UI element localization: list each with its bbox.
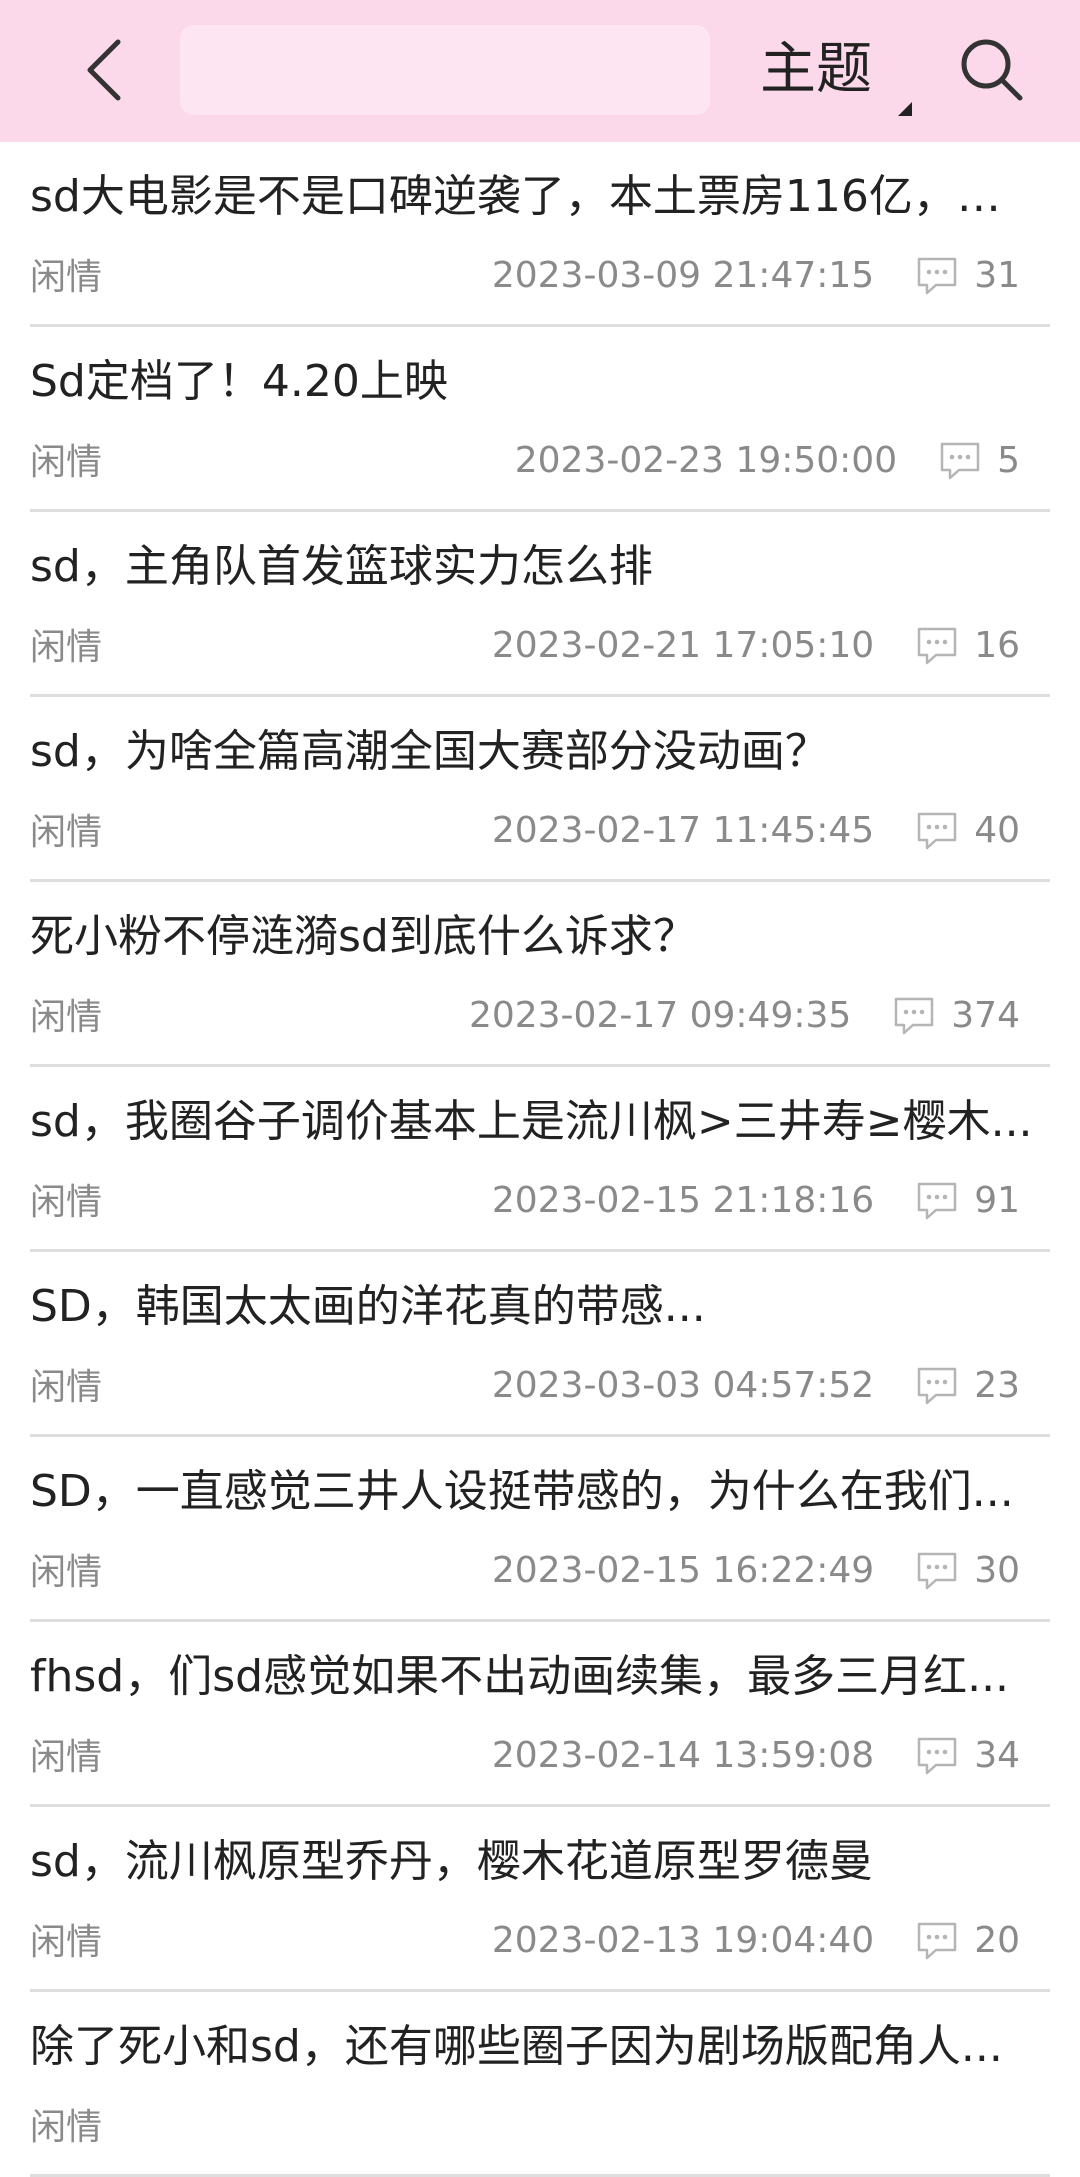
comment-icon: [914, 1734, 960, 1778]
post-category: 闲情: [30, 1182, 103, 1223]
post-title: SD，一直感觉三井人设挺带感的，为什么在我们...: [30, 1466, 1014, 1517]
comment-icon: [937, 439, 983, 483]
comment-count: 374: [951, 995, 1020, 1036]
post-title: sd，为啥全篇高潮全国大赛部分没动画？: [30, 726, 829, 777]
post-timestamp: 2023-02-23 19:50:00: [514, 440, 898, 481]
search-button[interactable]: [952, 30, 1032, 110]
dropdown-caret-icon: [898, 102, 912, 116]
post-timestamp: 2023-02-17 09:49:35: [468, 995, 852, 1036]
post-title: sd大电影是不是口碑逆袭了，本土票房116亿，韩...: [30, 171, 1040, 222]
post-timestamp: 2023-02-15 21:18:16: [491, 1180, 875, 1221]
search-icon: [961, 39, 1023, 101]
post-category: 闲情: [30, 1552, 103, 1593]
post-meta: 2023-02-13 19:04:40 20: [492, 1919, 1020, 1963]
post-title: Sd定档了！4.20上映: [30, 356, 448, 407]
post-category: 闲情: [30, 1367, 103, 1408]
search-scope-dropdown[interactable]: 主题: [758, 30, 918, 120]
search-input[interactable]: [180, 25, 710, 115]
post-category: 闲情: [30, 257, 103, 298]
post-timestamp: 2023-02-17 11:45:45: [491, 810, 875, 851]
post-row[interactable]: Sd定档了！4.20上映闲情 2023-02-23 19:50:00 5: [0, 327, 1080, 512]
comment-count: 31: [974, 255, 1020, 296]
post-meta: 2023-03-03 04:57:52 23: [492, 1364, 1020, 1408]
post-meta: 2023-03-09 21:47:15 31: [492, 254, 1020, 298]
post-title: 死小粉不停涟漪sd到底什么诉求？: [30, 911, 697, 962]
post-row[interactable]: 死小粉不停涟漪sd到底什么诉求？ 闲情 2023-02-17 09:49:35 374: [0, 882, 1080, 1067]
post-timestamp: 2023-02-13 19:04:40: [491, 1920, 875, 1961]
comment-count: 20: [974, 1920, 1020, 1961]
post-title: sd，我圈谷子调价基本上是流川枫>三井寿≥樱木...: [30, 1096, 1033, 1147]
post-timestamp: 2023-03-09 21:47:15: [491, 255, 875, 296]
comment-icon: [914, 1549, 960, 1593]
post-meta: 2023-02-23 19:50:00 5: [515, 439, 1020, 483]
post-meta: 2023-02-17 11:45:45 40: [492, 809, 1020, 853]
post-category: 闲情: [30, 1737, 103, 1778]
comment-count: 23: [974, 1365, 1020, 1406]
comment-icon: [914, 1179, 960, 1223]
post-row[interactable]: sd大电影是不是口碑逆袭了，本土票房116亿，韩... 闲情 2023-03-09 …: [0, 142, 1080, 327]
post-title: sd，主角队首发篮球实力怎么排: [30, 541, 653, 592]
chevron-left-icon: [87, 39, 121, 101]
comment-icon: [914, 809, 960, 853]
post-title: fhsd，们sd感觉如果不出动画续集，最多三月红...: [30, 1651, 1010, 1702]
comment-count: 40: [974, 810, 1020, 851]
post-meta: 2023-02-14 13:59:08 34: [492, 1734, 1020, 1778]
top-bar: 主题: [0, 0, 1080, 142]
back-button[interactable]: [70, 30, 140, 110]
post-title: SD，韩国太太画的洋花真的带感...: [30, 1281, 706, 1332]
post-row[interactable]: 除了死小和sd，还有哪些圈子因为剧场版配角人... 闲情: [0, 1992, 1080, 2177]
post-timestamp: 2023-02-15 16:22:49: [491, 1550, 875, 1591]
comment-count: 5: [997, 440, 1020, 481]
search-scope-label: 主题: [760, 37, 872, 102]
post-category: 闲情: [30, 812, 103, 853]
comment-icon: [914, 1919, 960, 1963]
post-category: 闲情: [30, 1922, 103, 1963]
post-timestamp: 2023-02-14 13:59:08: [491, 1735, 875, 1776]
post-timestamp: 2023-03-03 04:57:52: [491, 1365, 875, 1406]
post-title: 除了死小和sd，还有哪些圈子因为剧场版配角人...: [30, 2021, 1003, 2072]
post-meta: 2023-02-21 17:05:10 16: [492, 624, 1020, 668]
post-row[interactable]: sd，我圈谷子调价基本上是流川枫>三井寿≥樱木... 闲情 2023-02-15 2…: [0, 1067, 1080, 1252]
post-row[interactable]: fhsd，们sd感觉如果不出动画续集，最多三月红... 闲情 2023-02-14 …: [0, 1622, 1080, 1807]
comment-icon: [914, 1364, 960, 1408]
post-row[interactable]: SD，韩国太太画的洋花真的带感... 闲情 2023-03-03 04:57:52 2…: [0, 1252, 1080, 1437]
post-row[interactable]: sd，为啥全篇高潮全国大赛部分没动画？ 闲情 2023-02-17 11:45:45…: [0, 697, 1080, 882]
post-category: 闲情: [30, 627, 103, 668]
post-meta: 2023-02-15 21:18:16 91: [492, 1179, 1020, 1223]
comment-icon: [914, 624, 960, 668]
post-list: sd大电影是不是口碑逆袭了，本土票房116亿，韩... 闲情 2023-03-09 …: [0, 142, 1080, 2177]
post-meta: 2023-02-15 16:22:49 30: [492, 1549, 1020, 1593]
comment-count: 34: [974, 1735, 1020, 1776]
comment-icon: [914, 254, 960, 298]
post-row[interactable]: SD，一直感觉三井人设挺带感的，为什么在我们... 闲情 2023-02-15 16…: [0, 1437, 1080, 1622]
comment-count: 30: [974, 1550, 1020, 1591]
comment-icon: [891, 994, 937, 1038]
post-row[interactable]: sd，流川枫原型乔丹，樱木花道原型罗德曼闲情 2023-02-13 19:04:4…: [0, 1807, 1080, 1992]
post-category: 闲情: [30, 997, 103, 1038]
post-meta: 2023-02-17 09:49:35 374: [469, 994, 1020, 1038]
post-timestamp: 2023-02-21 17:05:10: [491, 625, 875, 666]
comment-count: 16: [974, 625, 1020, 666]
post-category: 闲情: [30, 2107, 103, 2148]
post-title: sd，流川枫原型乔丹，樱木花道原型罗德曼: [30, 1836, 873, 1887]
comment-count: 91: [974, 1180, 1020, 1221]
post-category: 闲情: [30, 442, 103, 483]
post-row[interactable]: sd，主角队首发篮球实力怎么排闲情 2023-02-21 17:05:10 16: [0, 512, 1080, 697]
